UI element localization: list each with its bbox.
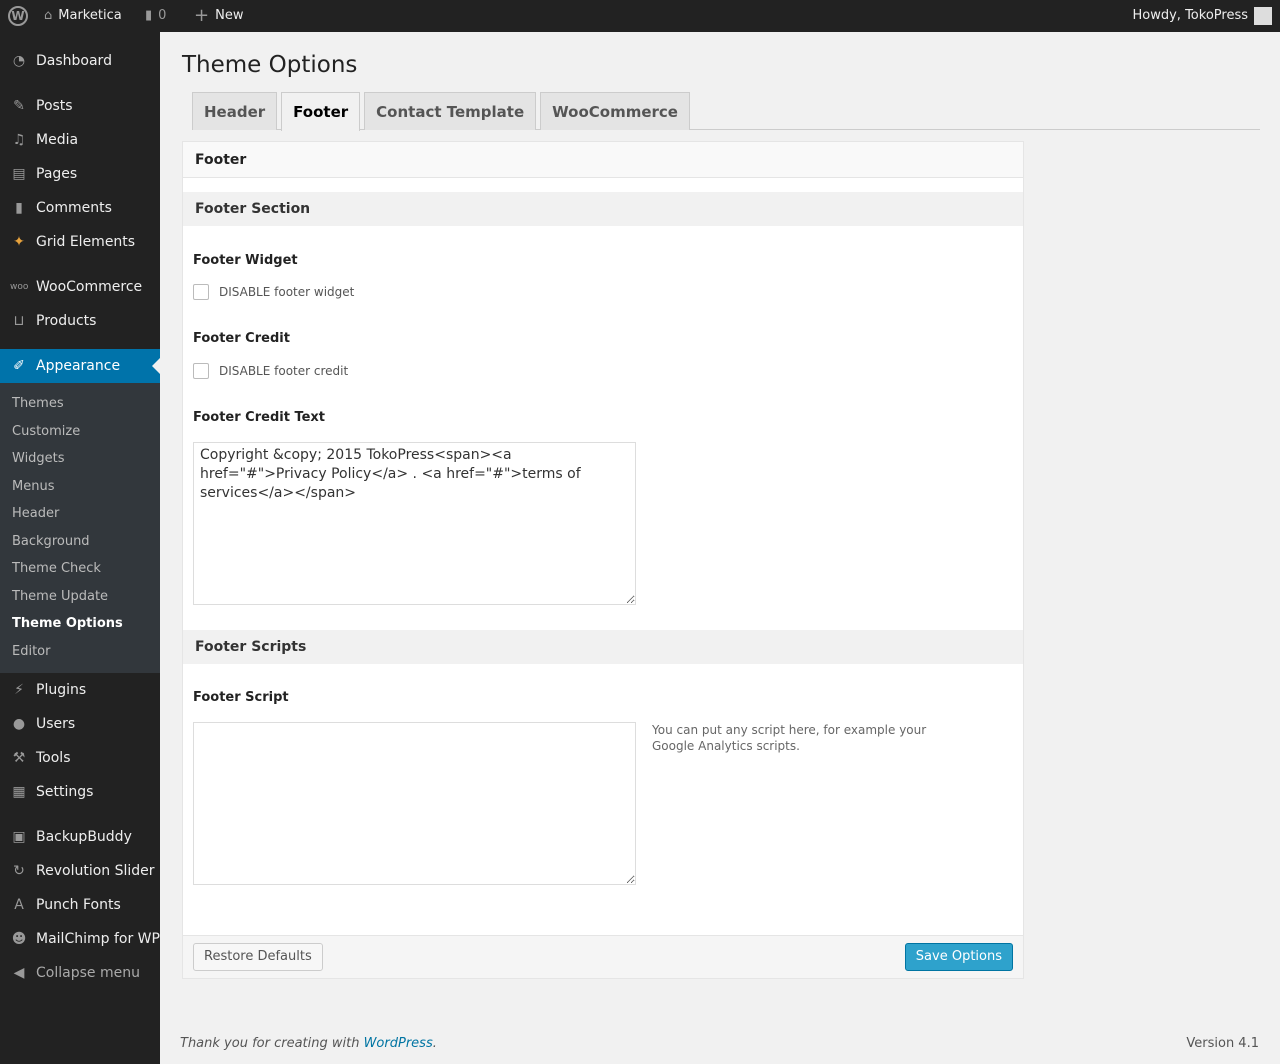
options-panel: Footer Footer Section Footer Widget DISA… <box>182 141 1024 979</box>
home-icon: ⌂ <box>44 8 53 23</box>
panel-footer: Restore Defaults Save Options <box>183 935 1023 978</box>
menu-tools[interactable]: ⚒ Tools <box>0 741 160 775</box>
menu-punch-fonts[interactable]: A Punch Fonts <box>0 888 160 922</box>
menu-pages[interactable]: ▤ Pages <box>0 157 160 191</box>
version: Version 4.1 <box>1186 1036 1259 1051</box>
section-heading: Footer Section <box>183 192 1023 226</box>
dashboard-icon: ◔ <box>12 53 26 69</box>
pages-icon: ▤ <box>12 166 26 182</box>
footer-script-textarea[interactable] <box>193 722 636 885</box>
appearance-submenu: Themes Customize Widgets Menus Header Ba… <box>0 383 160 673</box>
menu-woocommerce[interactable]: woo WooCommerce <box>0 270 160 304</box>
new-content-link[interactable]: + New <box>194 0 243 32</box>
plug-icon: ⚡ <box>14 682 24 698</box>
submenu-theme-check[interactable]: Theme Check <box>0 555 160 583</box>
disable-credit-checkbox[interactable]: DISABLE footer credit <box>193 363 348 379</box>
tab-footer[interactable]: Footer <box>281 92 361 131</box>
refresh-icon: ↻ <box>13 863 25 879</box>
cart-icon: ⊔ <box>13 313 25 329</box>
paintbrush-icon: ✐ <box>13 358 25 374</box>
credit-text-label: Footer Credit Text <box>193 410 326 425</box>
mailchimp-icon: ☻ <box>11 931 27 947</box>
menu-users[interactable]: ● Users <box>0 707 160 741</box>
comments-link[interactable]: ▮ 0 <box>145 0 166 32</box>
media-icon: ♫ <box>12 132 26 148</box>
submenu-header[interactable]: Header <box>0 500 160 528</box>
menu-appearance[interactable]: ✐ Appearance <box>0 349 160 383</box>
submenu-theme-options[interactable]: Theme Options <box>0 610 160 638</box>
submenu-menus[interactable]: Menus <box>0 473 160 501</box>
pin-icon: ✎ <box>13 98 25 114</box>
avatar <box>1254 7 1272 25</box>
submenu-background[interactable]: Background <box>0 528 160 556</box>
settings-icon: ▦ <box>12 784 26 800</box>
submenu-editor[interactable]: Editor <box>0 638 160 666</box>
tab-header[interactable]: Header <box>192 92 278 130</box>
wordpress-logo-icon[interactable]: W <box>8 0 28 32</box>
comment-icon: ▮ <box>145 8 153 23</box>
collapse-menu[interactable]: ◀ Collapse menu <box>0 956 160 990</box>
menu-revolution-slider[interactable]: ↻ Revolution Slider <box>0 854 160 888</box>
submenu-themes[interactable]: Themes <box>0 390 160 418</box>
account-menu[interactable]: Howdy, TokoPress <box>1133 0 1272 32</box>
footer-widget-label: Footer Widget <box>193 253 298 268</box>
backup-icon: ▣ <box>12 829 26 845</box>
menu-posts[interactable]: ✎ Posts <box>0 89 160 123</box>
menu-mailchimp[interactable]: ☻ MailChimp for WP <box>0 922 160 956</box>
plus-icon: + <box>194 5 210 26</box>
wordpress-link[interactable]: WordPress <box>364 1036 433 1051</box>
footer-script-label: Footer Script <box>193 690 289 705</box>
credit-text-textarea[interactable]: Copyright &copy; 2015 TokoPress<span><a … <box>193 442 636 605</box>
site-name-link[interactable]: ⌂ Marketica <box>44 0 122 32</box>
admin-bar: W ⌂ Marketica ▮ 0 + New Howdy, TokoPress <box>0 0 1280 32</box>
grid-elements-icon: ✦ <box>13 234 25 250</box>
menu-settings[interactable]: ▦ Settings <box>0 775 160 809</box>
footer-credit-label: Footer Credit <box>193 331 290 346</box>
submenu-theme-update[interactable]: Theme Update <box>0 583 160 611</box>
admin-sidebar: ◔ Dashboard ✎ Posts ♫ Media ▤ Pages ▮ Comment… <box>0 32 160 1064</box>
menu-plugins[interactable]: ⚡ Plugins <box>0 673 160 707</box>
disable-widget-checkbox[interactable]: DISABLE footer widget <box>193 284 354 300</box>
woocommerce-icon: woo <box>10 282 29 292</box>
menu-products[interactable]: ⊔ Products <box>0 304 160 338</box>
submenu-customize[interactable]: Customize <box>0 418 160 446</box>
tab-woocommerce[interactable]: WooCommerce <box>540 92 690 130</box>
menu-backupbuddy[interactable]: ▣ BackupBuddy <box>0 820 160 854</box>
collapse-icon: ◀ <box>13 965 25 981</box>
user-icon: ● <box>12 716 26 732</box>
submenu-widgets[interactable]: Widgets <box>0 445 160 473</box>
tab-contact-template[interactable]: Contact Template <box>364 92 537 130</box>
restore-defaults-button[interactable]: Restore Defaults <box>193 943 323 971</box>
section-heading: Footer Scripts <box>183 630 1023 664</box>
menu-comments[interactable]: ▮ Comments <box>0 191 160 225</box>
save-options-button[interactable]: Save Options <box>904 943 1013 971</box>
menu-dashboard[interactable]: ◔ Dashboard <box>0 44 160 78</box>
tabs: Header Footer Contact Template WooCommer… <box>192 92 1260 131</box>
font-icon: A <box>14 897 24 913</box>
comment-icon: ▮ <box>15 200 23 216</box>
page-title: Theme Options <box>182 52 358 78</box>
wrench-icon: ⚒ <box>12 750 26 766</box>
script-description: You can put any script here, for example… <box>652 723 927 753</box>
footer-thanks: Thank you for creating with WordPress. <box>180 1036 437 1051</box>
menu-media[interactable]: ♫ Media <box>0 123 160 157</box>
menu-grid-elements[interactable]: ✦ Grid Elements <box>0 225 160 259</box>
panel-title: Footer <box>183 142 1023 178</box>
